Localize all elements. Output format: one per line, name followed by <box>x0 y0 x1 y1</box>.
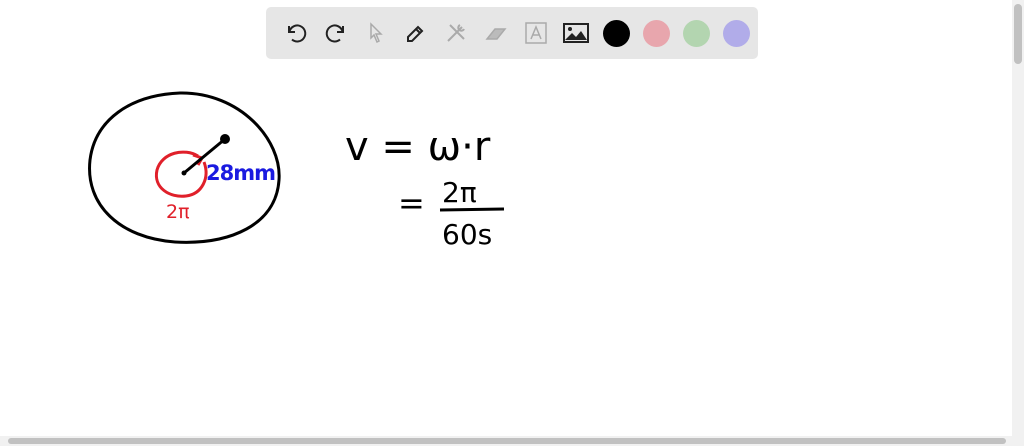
fraction-bar <box>439 207 505 212</box>
vertical-scrollbar[interactable] <box>1012 0 1024 436</box>
fraction-numerator: 2π <box>442 176 477 209</box>
center-point <box>181 170 187 176</box>
horizontal-scroll-thumb[interactable] <box>8 438 1006 444</box>
radius-endpoint <box>220 134 230 144</box>
inner-circle <box>154 150 208 198</box>
angle-label: 2π <box>166 201 190 223</box>
vertical-scroll-thumb[interactable] <box>1014 4 1022 64</box>
equation-equals: = <box>398 184 425 222</box>
horizontal-scrollbar[interactable] <box>0 436 1024 446</box>
equation-line1: v = ω·r <box>345 124 491 170</box>
radius-label: 28mm <box>206 161 275 185</box>
fraction-denominator: 60s <box>442 218 492 251</box>
drawing-canvas[interactable]: 28mm 2π v = ω·r = 2π 60s <box>0 0 1012 436</box>
